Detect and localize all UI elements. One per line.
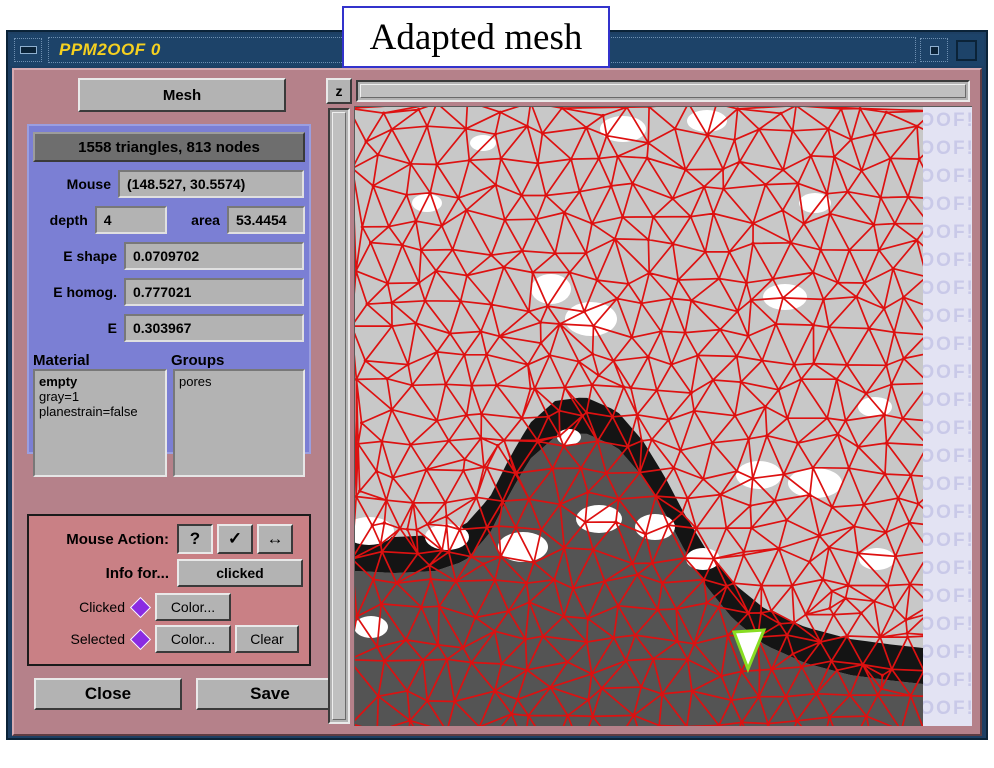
triangle-count-display: 1558 triangles, 813 nodes [33, 132, 305, 162]
area-label: area [191, 212, 220, 228]
material-groups-lists: empty gray=1 planestrain=false pores [33, 369, 305, 477]
e-homog-row: E homog. 0.777021 [33, 278, 305, 306]
mouse-coord-row: Mouse (148.527, 30.5574) [33, 170, 305, 198]
clicked-label: Clicked [79, 599, 125, 615]
selected-row: Selected Color... Clear [29, 625, 309, 653]
e-shape-value: 0.0709702 [124, 242, 304, 270]
info-for-row: Info for... clicked [29, 559, 309, 587]
material-prop-gray: gray=1 [39, 389, 80, 404]
mouse-action-move-button[interactable]: ↔ [257, 524, 293, 554]
mouse-coord-value: (148.527, 30.5574) [118, 170, 304, 198]
mouse-action-row: Mouse Action: ? ✓ ↔ [29, 524, 309, 554]
material-label: Material [33, 352, 90, 369]
selected-label: Selected [70, 631, 125, 647]
zoom-button[interactable]: z [326, 78, 352, 104]
maximize-icon [929, 45, 939, 55]
clicked-color-button[interactable]: Color... [155, 593, 231, 621]
groups-label: Groups [171, 352, 225, 369]
clicked-swatch-wrap [125, 596, 155, 618]
minimize-button[interactable] [14, 38, 42, 62]
area-value: 53.4454 [226, 206, 305, 234]
material-listbox[interactable]: empty gray=1 planestrain=false [33, 369, 167, 477]
vertical-scrollbar[interactable] [328, 108, 350, 724]
mouse-label: Mouse [66, 176, 111, 192]
mouse-action-select-button[interactable]: ✓ [217, 524, 253, 554]
horizontal-scrollbar-thumb[interactable] [360, 84, 966, 98]
close-button[interactable]: Close [34, 678, 182, 710]
clicked-row: Clicked Color... [29, 593, 309, 621]
e-shape-label: E shape [63, 248, 117, 264]
application-window: PPM2OOF 0 Mesh 1558 triangles, 813 nodes [6, 30, 988, 740]
figure-caption: Adapted mesh [342, 6, 610, 68]
e-homog-value: 0.777021 [124, 278, 304, 306]
e-homog-label: E homog. [53, 284, 117, 300]
selected-clear-button[interactable]: Clear [235, 625, 299, 653]
selected-color-swatch [129, 628, 151, 650]
minimize-icon [19, 46, 37, 54]
mesh-triangulation-graphic [355, 107, 923, 726]
depth-area-row: depth 4 area 53.4454 [33, 206, 305, 234]
info-for-label: Info for... [105, 564, 169, 582]
mouse-action-query-button[interactable]: ? [177, 524, 213, 554]
mesh-info-panel: 1558 triangles, 813 nodes Mouse (148.527… [27, 124, 311, 477]
e-label: E [107, 320, 117, 336]
depth-value: 4 [94, 206, 168, 234]
group-item-pores: pores [179, 374, 212, 389]
material-name: empty [39, 374, 78, 389]
e-shape-row: E shape 0.0709702 [33, 242, 305, 270]
titlebar-buttons [916, 38, 980, 62]
depth-label: depth [49, 212, 88, 228]
restore-button[interactable] [952, 38, 980, 62]
selected-color-button[interactable]: Color... [155, 625, 231, 653]
vertical-scrollbar-thumb[interactable] [332, 112, 346, 720]
selected-swatch-wrap [125, 628, 155, 650]
e-row: E 0.303967 [33, 314, 305, 342]
horizontal-scrollbar[interactable] [356, 80, 970, 102]
mouse-action-panel: Mouse Action: ? ✓ ↔ Info for... clicked … [27, 514, 311, 666]
material-groups-headers: Material Groups [33, 352, 305, 369]
mesh-control-panel: Mesh 1558 triangles, 813 nodes Mouse (14… [22, 76, 344, 728]
save-button[interactable]: Save [196, 678, 344, 710]
mouse-action-label: Mouse Action: [66, 530, 169, 548]
e-value: 0.303967 [124, 314, 304, 342]
info-for-option-menu[interactable]: clicked [177, 559, 303, 587]
maximize-button[interactable] [920, 38, 948, 62]
screenshot-root: PPM2OOF 0 Mesh 1558 triangles, 813 nodes [0, 0, 994, 768]
mesh-display-panel: z OOF! OOF! OOF! OOF! OOF! OOF! OOF! OOF… [326, 76, 976, 728]
restore-icon [955, 39, 977, 61]
window-client-area: Mesh 1558 triangles, 813 nodes Mouse (14… [12, 68, 982, 736]
material-prop-planestrain: planestrain=false [39, 404, 138, 419]
window-title: PPM2OOF 0 [59, 40, 161, 59]
mesh-canvas[interactable]: OOF! OOF! OOF! OOF! OOF! OOF! OOF! OOF! … [354, 106, 972, 726]
clicked-color-swatch [129, 596, 151, 618]
groups-listbox[interactable]: pores [173, 369, 305, 477]
mesh-button[interactable]: Mesh [78, 78, 286, 112]
